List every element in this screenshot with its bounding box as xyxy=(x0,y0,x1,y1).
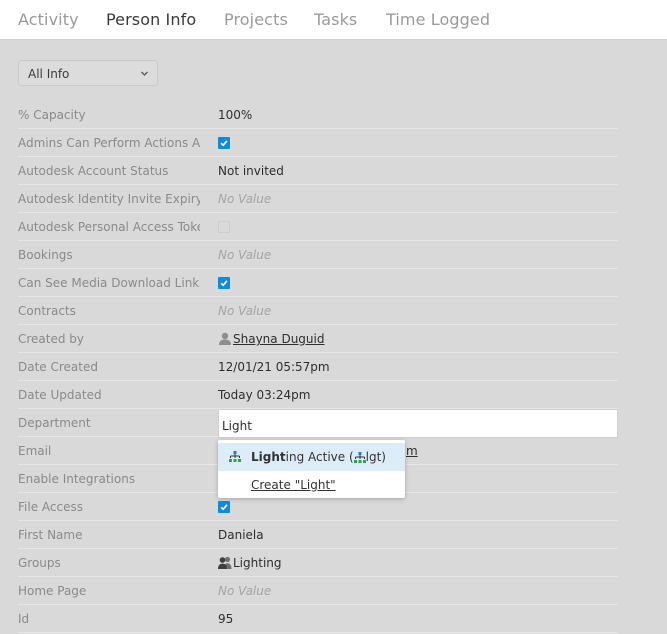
field-label: Autodesk Account Status xyxy=(18,164,169,178)
option-name-rest: ing Active ( xyxy=(285,450,354,464)
department-autocomplete-menu: Lighting Active ( lgt) Create "Light" xyxy=(218,440,405,498)
group-name: Lighting xyxy=(233,556,282,570)
field-checkbox[interactable] xyxy=(218,277,230,289)
created-by-link[interactable]: Shayna Duguid xyxy=(233,332,324,346)
field-row-bookings: Bookings No Value xyxy=(18,241,618,269)
field-label: Id xyxy=(18,612,30,626)
field-value[interactable]: 100% xyxy=(218,108,252,122)
autocomplete-option-label: Lighting Active ( lgt) xyxy=(251,450,386,464)
group-icon xyxy=(218,556,232,569)
field-value: 95 xyxy=(218,612,234,626)
field-value[interactable]: Daniela xyxy=(218,528,264,542)
field-label: % Capacity xyxy=(18,108,86,122)
create-option-label: Create "Light" xyxy=(251,478,336,492)
field-checkbox[interactable] xyxy=(218,501,230,513)
field-checkbox[interactable] xyxy=(218,137,230,149)
field-value[interactable]: Not invited xyxy=(218,164,284,178)
field-label: First Name xyxy=(18,528,83,542)
tab-tasks[interactable]: Tasks xyxy=(314,10,357,29)
field-row-date-updated: Date Updated Today 03:24pm xyxy=(18,381,618,409)
department-input[interactable] xyxy=(218,409,618,438)
field-value-group[interactable]: Lighting xyxy=(218,556,282,570)
field-label: Contracts xyxy=(18,304,76,318)
field-row-autodesk-account-status: Autodesk Account Status Not invited xyxy=(18,157,618,185)
field-row-department: Department xyxy=(18,409,618,438)
checkmark-icon xyxy=(220,504,228,511)
match-highlight: Light xyxy=(251,450,286,464)
checkmark-icon xyxy=(220,280,228,287)
field-row-can-see-media-download-links: Can See Media Download Links in xyxy=(18,269,618,297)
field-value[interactable]: No Value xyxy=(218,248,271,262)
field-row-groups: Groups Lighting xyxy=(18,549,618,577)
person-fields-list: % Capacity 100% Admins Can Perform Actio… xyxy=(18,101,618,633)
field-label: Date Updated xyxy=(18,388,102,402)
field-label: Created by xyxy=(18,332,85,346)
field-value: Today 03:24pm xyxy=(218,388,311,402)
field-label: Enable Integrations xyxy=(18,472,136,486)
user-icon xyxy=(219,332,231,345)
field-row-home-page: Home Page No Value xyxy=(18,577,618,605)
tab-time-logged[interactable]: Time Logged xyxy=(386,10,490,29)
tab-bar: Activity Person Info Projects Tasks Time… xyxy=(0,0,667,40)
field-label: Autodesk Personal Access Token xyxy=(18,220,200,234)
chevron-down-icon xyxy=(141,71,148,76)
tab-activity[interactable]: Activity xyxy=(18,10,79,29)
field-value[interactable]: No Value xyxy=(218,304,271,318)
department-icon xyxy=(353,452,366,463)
field-label: File Access xyxy=(18,500,83,514)
info-filter-select[interactable]: All Info xyxy=(18,60,158,86)
field-row-admins-can-perform-actions-as: Admins Can Perform Actions As xyxy=(18,129,618,157)
field-row-date-created: Date Created 12/01/21 05:57pm xyxy=(18,353,618,381)
field-label: Department xyxy=(18,416,91,430)
tab-projects[interactable]: Projects xyxy=(224,10,288,29)
option-close-paren: ) xyxy=(381,450,386,464)
field-row-autodesk-personal-access-token: Autodesk Personal Access Token xyxy=(18,213,618,241)
field-row-created-by: Created by Shayna Duguid xyxy=(18,325,618,353)
option-code: lgt xyxy=(365,450,382,464)
field-value-user: Shayna Duguid xyxy=(218,332,324,346)
field-label: Bookings xyxy=(18,248,73,262)
field-label: Date Created xyxy=(18,360,98,374)
field-checkbox[interactable] xyxy=(218,221,230,233)
field-row-first-name: First Name Daniela xyxy=(18,521,618,549)
department-icon xyxy=(229,451,241,462)
info-filter-value: All Info xyxy=(28,67,70,81)
autocomplete-create-option[interactable]: Create "Light" xyxy=(218,471,405,499)
field-value[interactable]: No Value xyxy=(218,192,271,206)
field-value: 12/01/21 05:57pm xyxy=(218,360,330,374)
email-link[interactable]: m xyxy=(406,444,418,458)
field-label: Can See Media Download Links in xyxy=(18,276,200,290)
tab-person-info[interactable]: Person Info xyxy=(106,10,196,29)
field-label: Groups xyxy=(18,556,61,570)
field-value[interactable]: No Value xyxy=(218,584,271,598)
field-label: Autodesk Identity Invite Expiry xyxy=(18,192,200,206)
field-row-contracts: Contracts No Value xyxy=(18,297,618,325)
field-label: Admins Can Perform Actions As xyxy=(18,136,200,150)
field-label: Email xyxy=(18,444,52,458)
field-row-id: Id 95 xyxy=(18,605,618,633)
field-row-autodesk-identity-invite-expiry: Autodesk Identity Invite Expiry No Value xyxy=(18,185,618,213)
field-label: Home Page xyxy=(18,584,87,598)
checkmark-icon xyxy=(220,140,228,147)
field-row-capacity: % Capacity 100% xyxy=(18,101,618,129)
autocomplete-option-lighting[interactable]: Lighting Active ( lgt) xyxy=(218,443,405,471)
